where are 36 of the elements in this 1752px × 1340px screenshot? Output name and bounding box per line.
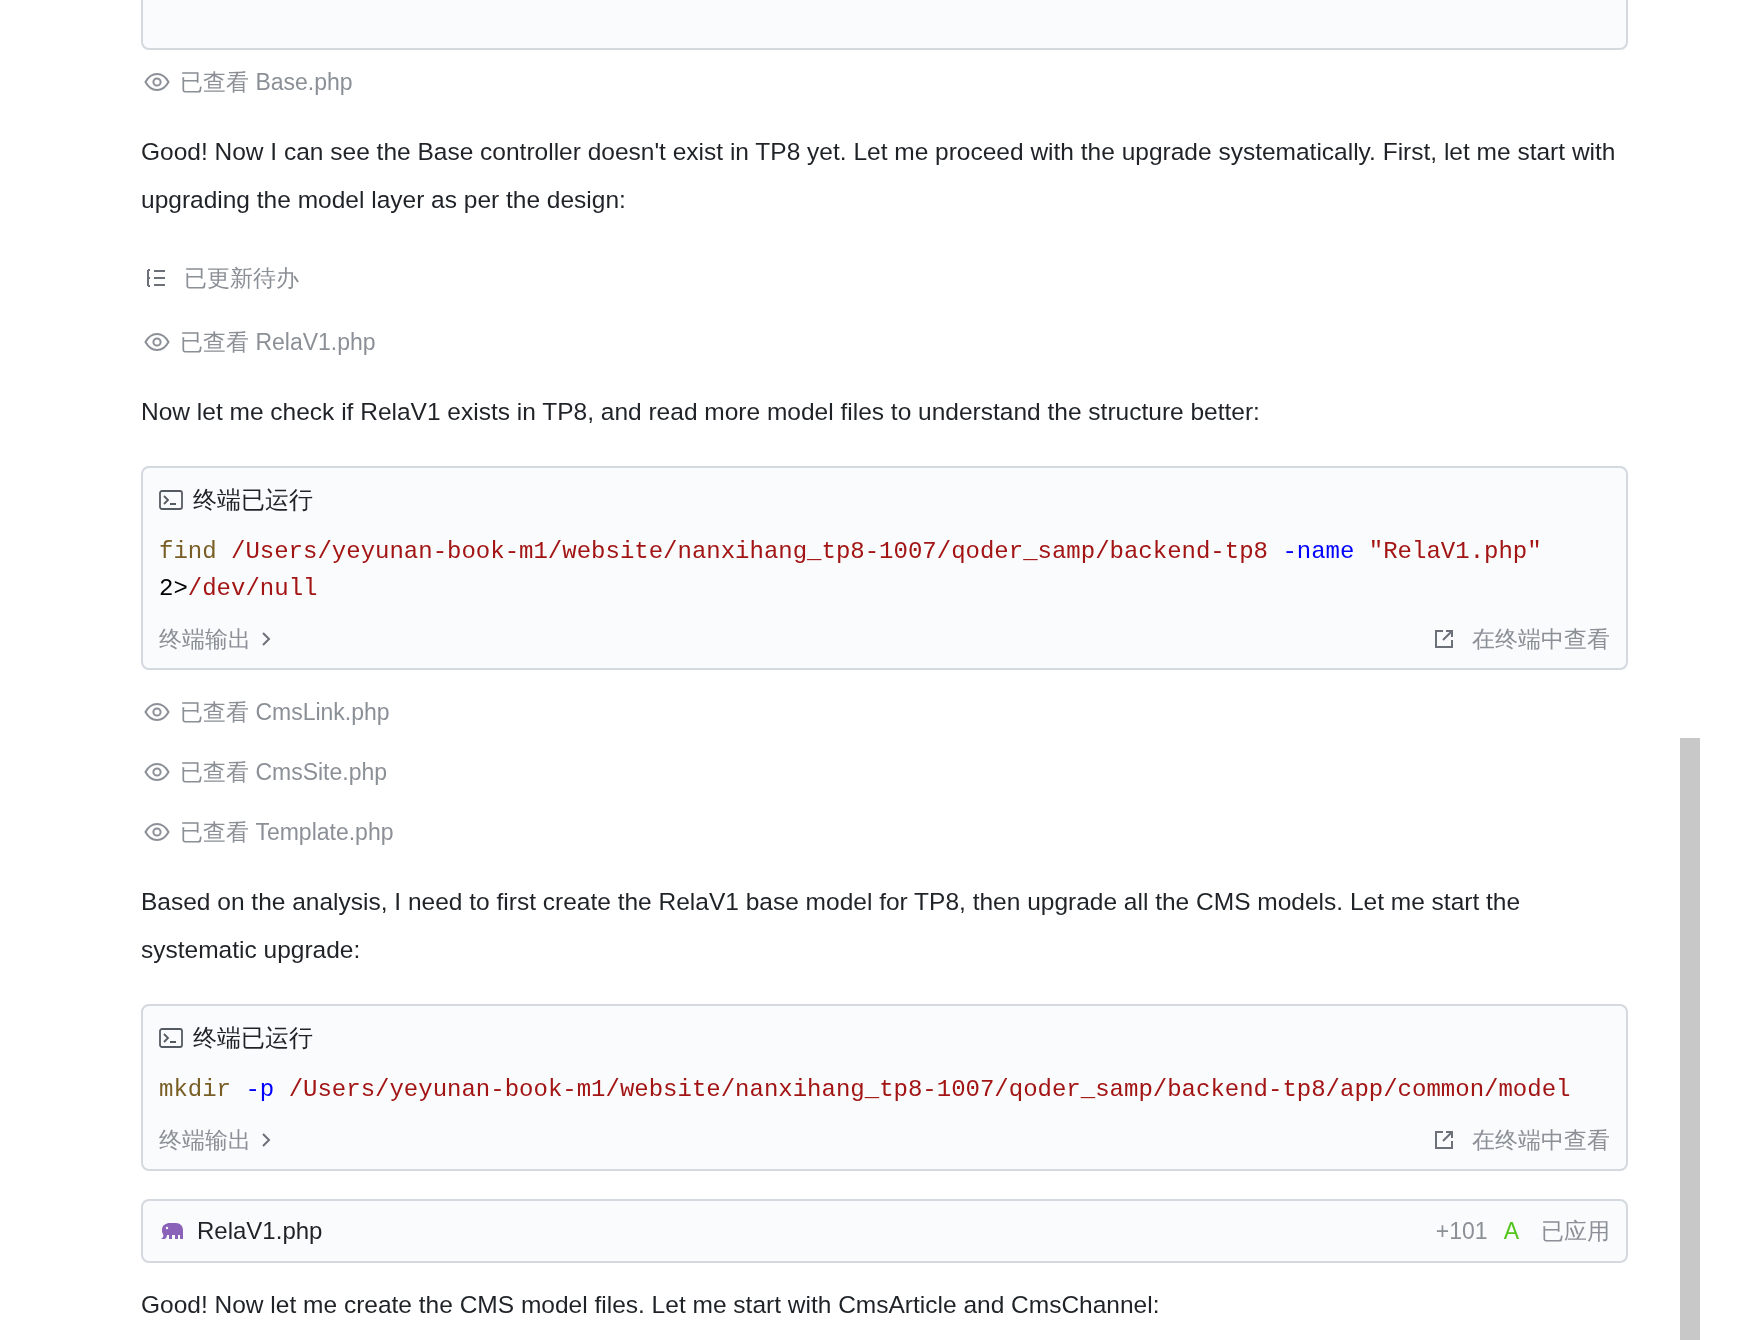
eye-icon <box>144 72 170 92</box>
terminal-output-toggle[interactable]: 终端输出 <box>159 623 271 655</box>
eye-icon <box>144 822 170 842</box>
command-text: mkdir -p /Users/yeyunan-book-m1/website/nanxihang_tp8-1007/qoder_samp/backend-tp8/app/common/model <box>159 1075 1572 1105</box>
open-in-terminal-link[interactable]: 在终端中查看 <box>1434 623 1610 655</box>
viewed-file-label: 已查看 Base.php <box>180 67 353 97</box>
terminal-title: 终端已运行 <box>193 485 313 515</box>
chevron-icon <box>261 631 271 647</box>
list-icon <box>146 268 166 288</box>
external-link-icon <box>1434 1130 1454 1150</box>
elephant-icon <box>159 1221 185 1241</box>
message-paragraph: Based on the analysis, I need to first create the RelaV1 base model for TP8, then upgrade all the CMS models. Let me start the systematic upgrade: <box>141 887 1522 965</box>
scrollbar-thumb[interactable] <box>1680 738 1700 1340</box>
viewed-file-label: 已查看 CmsSite.php <box>180 757 388 787</box>
terminal-icon <box>159 1028 183 1048</box>
message-paragraph: Good! Now let me create the CMS model files. Let me start with CmsArticle and CmsChannel: <box>141 1290 1161 1320</box>
eye-icon <box>144 762 170 782</box>
added-status-letter: A <box>1503 1217 1519 1245</box>
viewed-file-label: 已查看 Template.php <box>180 817 394 847</box>
command-text: find /Users/yeyunan-book-m1/website/nanxihang_tp8-1007/qoder_samp/backend-tp8 -name "RelaV1.php" 2>/dev/null <box>159 537 1543 604</box>
viewed-file-label: 已查看 RelaV1.php <box>180 327 376 357</box>
terminal-title: 终端已运行 <box>193 1023 313 1053</box>
message-paragraph: Now let me check if RelaV1 exists in TP8, and read more model files to understand the structure better: <box>141 397 1261 427</box>
chevron-icon <box>261 1132 271 1148</box>
additions-count: +101 <box>1435 1217 1488 1245</box>
applied-status: 已应用 <box>1541 1216 1610 1246</box>
external-link-icon <box>1434 629 1454 649</box>
terminal-output-toggle[interactable]: 终端输出 <box>159 1124 271 1156</box>
eye-icon <box>144 702 170 722</box>
todo-updated-label: 已更新待办 <box>184 263 299 293</box>
eye-icon <box>144 332 170 352</box>
message-paragraph: Good! Now I can see the Base controller doesn't exist in TP8 yet. Let me proceed with the upgrade systematically. First, let me start with upgrading the model layer as per the design: <box>141 137 1617 215</box>
viewed-file-label: 已查看 CmsLink.php <box>180 697 390 727</box>
open-in-terminal-link[interactable]: 在终端中查看 <box>1434 1124 1610 1156</box>
file-name: RelaV1.php <box>197 1217 324 1245</box>
terminal-icon <box>159 490 183 510</box>
